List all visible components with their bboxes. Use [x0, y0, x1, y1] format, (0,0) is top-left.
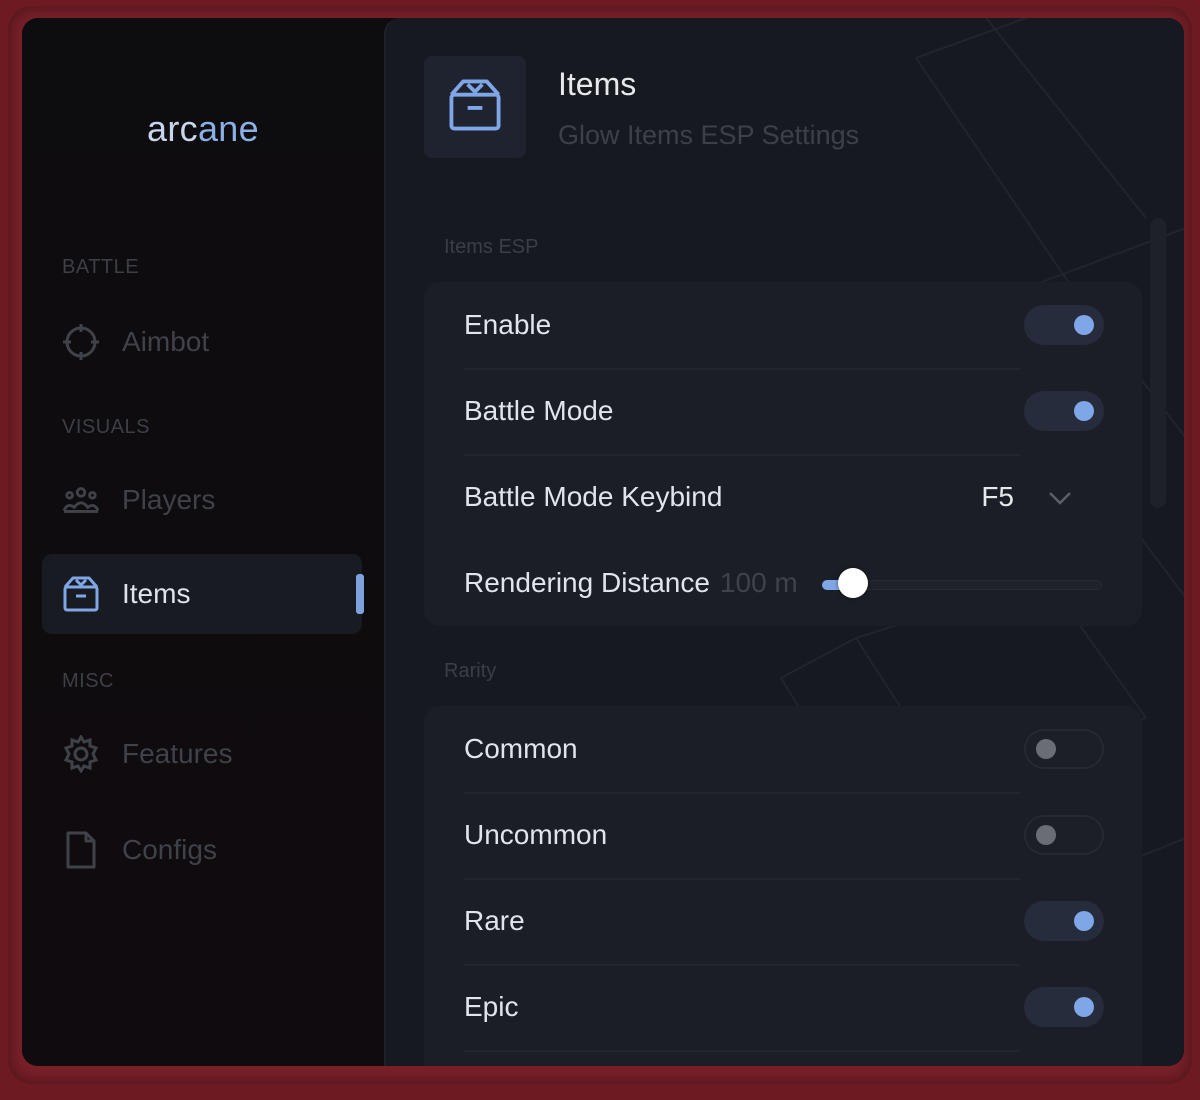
- active-indicator: [356, 574, 364, 614]
- box-icon: [62, 575, 100, 613]
- toggle-knob: [1074, 911, 1094, 931]
- setting-row-epic: Epic: [464, 964, 1104, 1050]
- slider-value: 100 m: [719, 567, 798, 598]
- setting-row-rare: Rare: [464, 878, 1104, 964]
- box-icon: [447, 77, 503, 138]
- sidebar-item-label: Items: [122, 578, 191, 609]
- app-logo: arcane: [22, 108, 384, 150]
- setting-row-uncommon: Uncommon: [464, 792, 1104, 878]
- app-window: arcane BATTLE Aimbot VISUALS Players Ite…: [22, 18, 1184, 1066]
- common-toggle[interactable]: [1024, 729, 1104, 769]
- sidebar-item-label: Configs: [122, 834, 217, 865]
- battle-mode-toggle[interactable]: [1024, 391, 1104, 431]
- users-icon: [62, 481, 100, 519]
- rendering-distance-slider-thumb[interactable]: [838, 568, 868, 598]
- section-label-battle: BATTLE: [62, 256, 140, 278]
- main-panel: Items Glow Items ESP Settings Items ESP …: [384, 18, 1184, 1066]
- group-label-items-esp: Items ESP: [444, 236, 539, 258]
- sidebar-item-label: Aimbot: [122, 326, 210, 357]
- setting-label: Battle Mode Keybind: [464, 481, 723, 512]
- setting-label: Rare: [464, 905, 525, 936]
- enable-toggle[interactable]: [1024, 305, 1104, 345]
- rarity-card: Common Uncommon Rare Epic: [424, 706, 1142, 1066]
- sidebar-item-players[interactable]: Players: [42, 460, 362, 540]
- uncommon-toggle[interactable]: [1024, 815, 1104, 855]
- crosshair-icon: [62, 323, 100, 361]
- page-subtitle: Glow Items ESP Settings: [558, 120, 860, 150]
- setting-label: Rendering Distance: [464, 567, 710, 598]
- sidebar-item-label: Players: [122, 484, 216, 515]
- chevron-down-icon[interactable]: [1046, 484, 1074, 512]
- section-label-visuals: VISUALS: [62, 416, 150, 438]
- toggle-knob: [1036, 825, 1056, 845]
- sidebar: arcane BATTLE Aimbot VISUALS Players Ite…: [22, 18, 384, 1066]
- items-esp-card: Enable Battle Mode Battle Mode Keybind F…: [424, 282, 1142, 626]
- setting-row-battle-mode-keybind[interactable]: Battle Mode Keybind F5: [464, 454, 1104, 540]
- setting-row-battle-mode: Battle Mode: [464, 368, 1104, 454]
- logo-suffix: ane: [197, 108, 259, 149]
- toggle-knob: [1036, 739, 1056, 759]
- sidebar-item-items[interactable]: Items: [42, 554, 364, 634]
- setting-label: Common: [464, 733, 578, 764]
- gear-icon: [62, 735, 100, 773]
- setting-row-enable: Enable: [464, 282, 1104, 368]
- sidebar-item-label: Features: [122, 738, 233, 769]
- page-title: Items: [558, 66, 637, 102]
- setting-label: Epic: [464, 991, 519, 1022]
- rare-toggle[interactable]: [1024, 901, 1104, 941]
- epic-toggle[interactable]: [1024, 987, 1104, 1027]
- group-label-rarity: Rarity: [444, 660, 497, 682]
- section-label-misc: MISC: [62, 670, 114, 692]
- keybind-value[interactable]: F5: [981, 481, 1014, 513]
- logo-prefix: arc: [147, 108, 198, 149]
- file-icon: [62, 831, 100, 869]
- toggle-knob: [1074, 401, 1094, 421]
- sidebar-item-configs[interactable]: Configs: [42, 810, 362, 890]
- toggle-knob: [1074, 315, 1094, 335]
- header-icon-box: [424, 56, 526, 158]
- setting-row-rendering-distance: Rendering Distance 100 m: [464, 540, 1104, 626]
- setting-label: Enable: [464, 309, 552, 340]
- toggle-knob: [1074, 997, 1094, 1017]
- divider: [464, 1050, 1020, 1052]
- setting-row-common: Common: [464, 706, 1104, 792]
- setting-label: Uncommon: [464, 819, 608, 850]
- scrollbar[interactable]: [1150, 218, 1166, 508]
- sidebar-item-features[interactable]: Features: [42, 714, 362, 794]
- sidebar-item-aimbot[interactable]: Aimbot: [42, 302, 362, 382]
- setting-label: Battle Mode: [464, 395, 614, 426]
